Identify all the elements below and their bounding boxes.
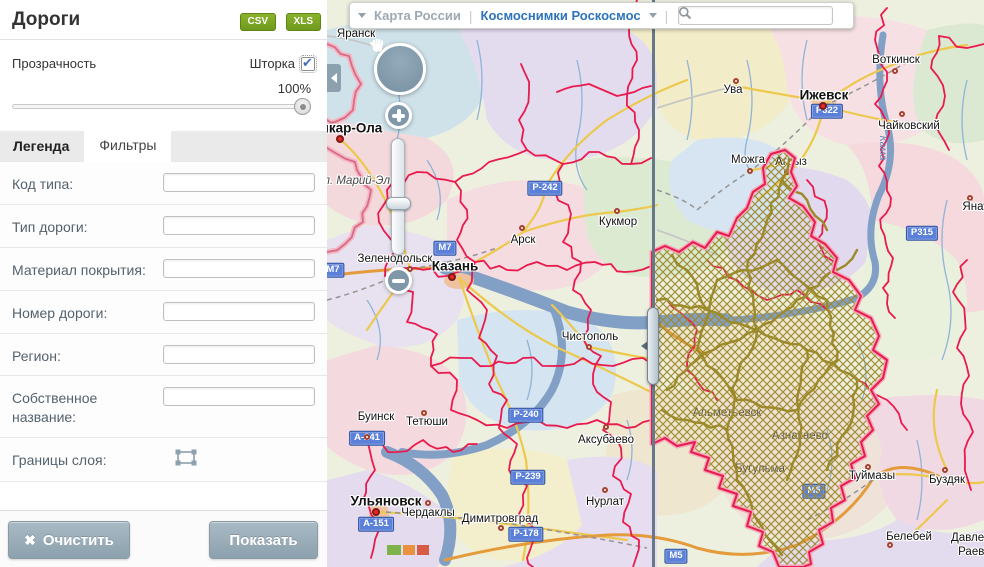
show-button[interactable]: Показать (209, 521, 318, 559)
curtain-handle[interactable] (647, 307, 659, 385)
map-area[interactable]: М5АгрызАльметьевскАзнакаевоБугульма М7М7… (327, 0, 984, 567)
panel-header: Дороги CSV XLS (0, 0, 327, 40)
filter-input[interactable] (163, 216, 315, 235)
roads-panel: Дороги CSV XLS Прозрачность Шторка 100% … (0, 0, 327, 567)
filter-row: Собственное название: (0, 376, 327, 438)
filter-input[interactable] (163, 259, 315, 278)
panel-tabs: ЛегендаФильтры (0, 131, 327, 162)
pan-down-icon[interactable] (395, 80, 405, 90)
filter-row: Границы слоя: (0, 438, 327, 482)
opacity-block: Прозрачность Шторка 100% (0, 40, 327, 109)
zoom-out-button[interactable] (385, 267, 412, 294)
filter-list: Код типа: Тип дороги: Материал покрытия: Но… (0, 162, 327, 482)
layer-switch-bar: Карта России | Космоснимки Роскосмос | (349, 2, 854, 29)
tab-legend[interactable]: Легенда (0, 131, 84, 162)
pan-left-icon[interactable] (379, 64, 389, 74)
filter-row: Регион: (0, 334, 327, 377)
layer-separator: | (469, 8, 473, 24)
tab-filters[interactable]: Фильтры (84, 126, 171, 162)
filter-label: Номер дороги: (12, 302, 107, 323)
map-search-input[interactable] (678, 6, 833, 25)
filter-row: Код типа: (0, 162, 327, 205)
export-xls-button[interactable]: XLS (286, 13, 321, 31)
gis-app: Дороги CSV XLS Прозрачность Шторка 100% … (0, 0, 984, 567)
polygon-select-icon[interactable] (175, 449, 197, 466)
pan-up-icon[interactable] (395, 48, 405, 58)
opacity-value: 100% (12, 81, 311, 96)
chevron-down-icon[interactable] (358, 13, 366, 22)
curtain-label: Шторка (250, 56, 295, 71)
filter-input[interactable] (163, 302, 315, 321)
panel-footer: ✖Очистить Показать (0, 510, 327, 567)
clear-x-icon: ✖ (24, 532, 36, 548)
filter-row: Материал покрытия: (0, 248, 327, 291)
basemap-layer-link[interactable]: Карта России (374, 8, 461, 23)
filter-input[interactable] (163, 345, 315, 364)
panel-collapse-button[interactable] (327, 64, 341, 92)
filter-label: Код типа: (12, 173, 73, 194)
basemap-svg (327, 0, 984, 567)
opacity-slider-handle[interactable] (294, 98, 311, 115)
filter-input[interactable] (163, 387, 315, 406)
chevron-down-icon[interactable] (649, 13, 657, 22)
zoom-in-button[interactable] (385, 102, 412, 129)
layer-separator: | (665, 8, 669, 24)
filter-label: Границы слоя: (12, 449, 106, 470)
opacity-label: Прозрачность (12, 56, 96, 71)
filter-row: Номер дороги: (0, 291, 327, 334)
export-buttons: CSV XLS (235, 11, 321, 31)
active-layer-link[interactable]: Космоснимки Роскосмос (481, 8, 641, 23)
search-icon[interactable] (678, 6, 692, 20)
clear-button[interactable]: ✖Очистить (8, 521, 130, 559)
pan-right-icon[interactable] (411, 64, 421, 74)
hand-icon (366, 35, 388, 57)
pan-control[interactable] (374, 43, 426, 95)
filter-label: Тип дороги: (12, 216, 88, 237)
filter-label: Регион: (12, 345, 61, 366)
opacity-slider[interactable] (12, 104, 309, 109)
page-title: Дороги (12, 9, 80, 30)
curtain-checkbox[interactable] (301, 57, 315, 71)
filter-label: Собственное название: (12, 387, 162, 427)
zoom-slider-handle[interactable] (386, 197, 411, 210)
filter-row: Тип дороги: (0, 205, 327, 248)
export-csv-button[interactable]: CSV (240, 13, 277, 31)
filter-label: Материал покрытия: (12, 259, 146, 280)
filter-input[interactable] (163, 173, 315, 192)
curtain-divider (652, 0, 655, 567)
